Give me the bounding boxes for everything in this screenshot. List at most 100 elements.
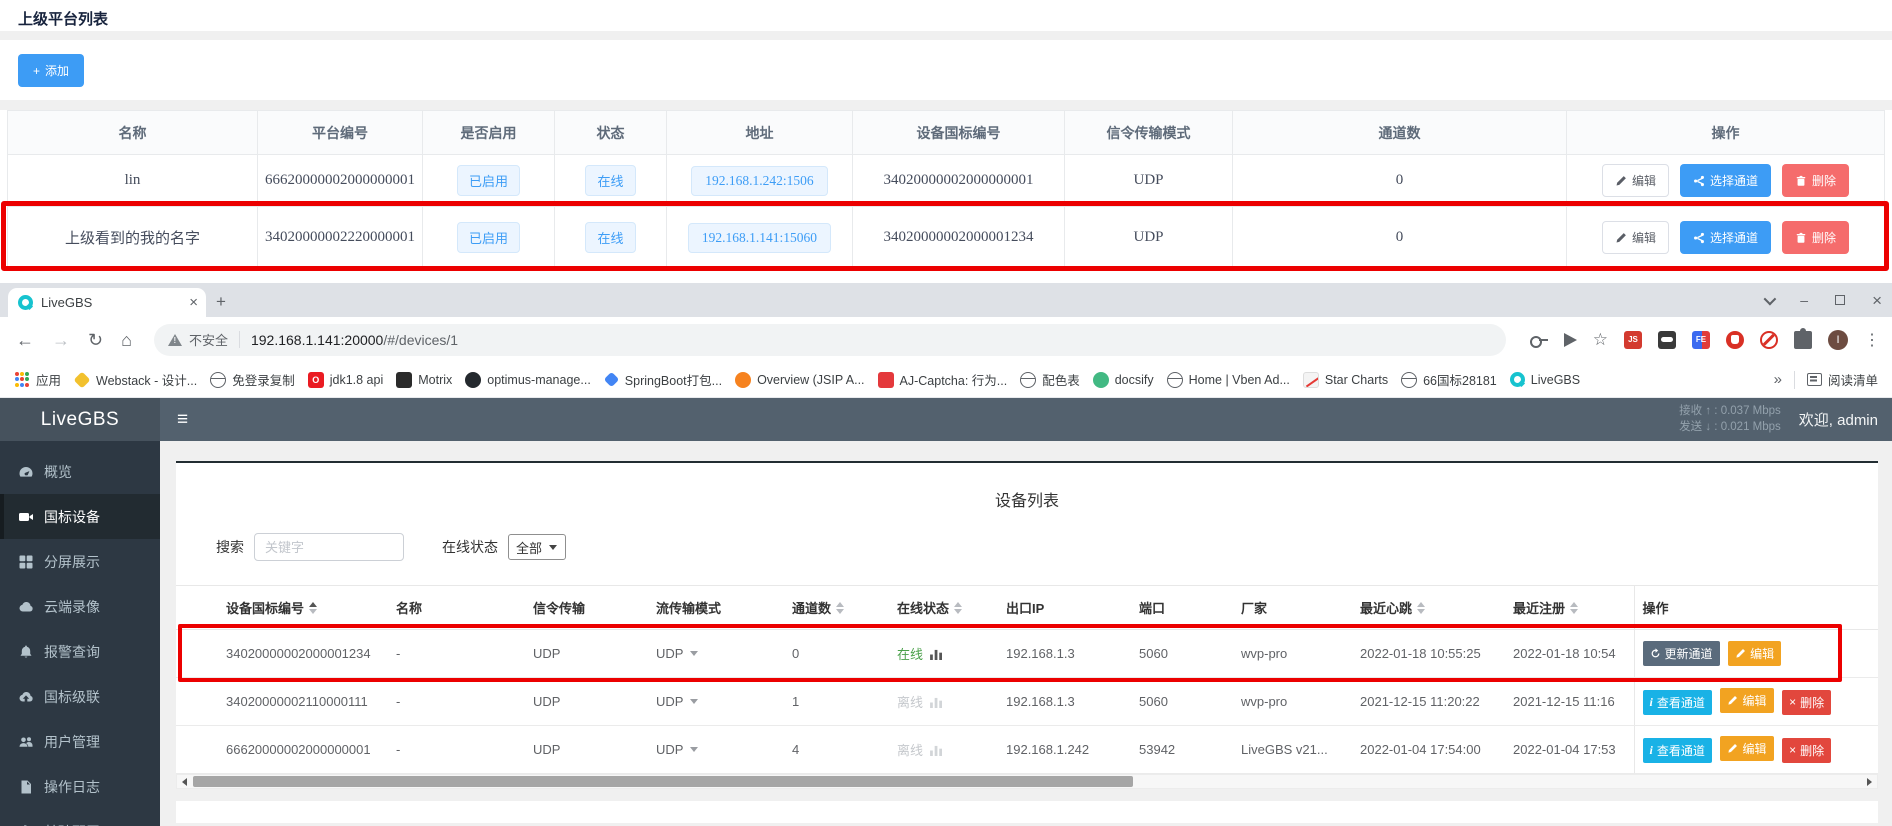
not-secure-icon[interactable] xyxy=(168,334,182,346)
plus-icon: + xyxy=(33,64,40,78)
bookmark-item[interactable]: docsify xyxy=(1093,372,1154,388)
extensions-puzzle-icon[interactable] xyxy=(1794,331,1812,349)
extension-js-icon[interactable]: JS xyxy=(1624,331,1642,349)
edit-button[interactable]: 编辑 xyxy=(1602,164,1669,197)
bar-chart-icon[interactable] xyxy=(930,648,943,663)
refresh-channels-button[interactable]: 更新通道 xyxy=(1643,641,1720,666)
delete-button[interactable]: 删除 xyxy=(1782,164,1849,197)
view-channels-button[interactable]: i查看通道 xyxy=(1643,690,1712,715)
bookmark-item[interactable]: Home | Vben Ad... xyxy=(1167,372,1290,388)
address-bar[interactable]: 不安全 192.168.1.141:20000 /#/devices/1 xyxy=(154,324,1506,356)
sidebar-item-gb-cascade[interactable]: 国标级联 xyxy=(0,674,160,719)
bar-chart-icon[interactable] xyxy=(930,696,943,711)
url-path[interactable]: /#/devices/1 xyxy=(383,332,458,348)
hamburger-icon[interactable]: ≡ xyxy=(160,409,205,431)
bookmark-item[interactable]: AJ-Captcha: 行为... xyxy=(878,370,1008,389)
password-key-icon[interactable] xyxy=(1530,335,1548,345)
device-name: - xyxy=(396,630,533,678)
stream-mode-dropdown[interactable]: UDP xyxy=(656,742,698,757)
delete-button[interactable]: 删除 xyxy=(1782,221,1849,254)
pencil-icon xyxy=(1727,743,1738,754)
forward-icon[interactable]: → xyxy=(52,331,70,349)
extension-mask-icon[interactable] xyxy=(1658,331,1676,349)
sort-icon[interactable] xyxy=(1570,602,1578,614)
extension-adblock-hand-icon[interactable] xyxy=(1726,331,1744,349)
sort-icon[interactable] xyxy=(954,602,962,614)
sidebar-item-alarm-query[interactable]: 报警查询 xyxy=(0,629,160,674)
scroll-left-icon[interactable] xyxy=(177,775,192,788)
col-device-gb-id[interactable]: 设备国标编号 xyxy=(176,586,396,630)
bookmark-item[interactable]: SpringBoot打包... xyxy=(604,370,722,389)
search-input[interactable] xyxy=(254,533,404,561)
col-signal-transport: 信令传输 xyxy=(533,586,656,630)
edit-button[interactable]: 编辑 xyxy=(1720,688,1773,713)
sidebar-item-user-management[interactable]: 用户管理 xyxy=(0,719,160,764)
bookmark-star-icon[interactable]: ☆ xyxy=(1593,330,1608,350)
window-chevron-icon[interactable] xyxy=(1764,292,1777,305)
sidebar-item-operation-log[interactable]: 操作日志 xyxy=(0,764,160,809)
bookmark-item[interactable]: 66国标28181 xyxy=(1401,370,1497,389)
bookmark-item[interactable]: Overview (JSIP A... xyxy=(735,372,864,388)
col-last-register[interactable]: 最近注册 xyxy=(1513,586,1634,630)
browser-tab[interactable]: LiveGBS × xyxy=(8,288,206,317)
sidebar-item-cloud-record[interactable]: 云端录像 xyxy=(0,584,160,629)
bookmark-item[interactable]: LiveGBS xyxy=(1510,372,1580,387)
bookmarks-overflow-icon[interactable]: » xyxy=(1774,371,1782,388)
sort-icon[interactable] xyxy=(1417,602,1425,614)
delete-button[interactable]: ×删除 xyxy=(1782,738,1831,763)
window-minimize-icon[interactable]: – xyxy=(1800,293,1808,307)
stream-mode-dropdown[interactable]: UDP xyxy=(656,646,698,661)
security-label[interactable]: 不安全 xyxy=(189,330,228,349)
edit-button[interactable]: 编辑 xyxy=(1720,736,1773,761)
back-icon[interactable]: ← xyxy=(16,331,34,349)
home-icon[interactable]: ⌂ xyxy=(121,331,132,349)
device-name: - xyxy=(396,678,533,726)
add-platform-button[interactable]: +添加 xyxy=(18,54,84,87)
scroll-right-icon[interactable] xyxy=(1862,775,1877,788)
bookmark-item[interactable]: optimus-manage... xyxy=(465,372,591,388)
bookmark-item[interactable]: Motrix xyxy=(396,372,452,388)
window-maximize-icon[interactable] xyxy=(1835,295,1845,305)
sort-icon[interactable] xyxy=(309,602,317,614)
window-close-icon[interactable]: × xyxy=(1872,292,1882,309)
sidebar-item-basic-config[interactable]: 基础配置 xyxy=(0,809,160,826)
horizontal-scrollbar[interactable] xyxy=(176,774,1878,789)
send-icon[interactable] xyxy=(1564,333,1577,347)
view-channels-button[interactable]: i查看通道 xyxy=(1643,738,1712,763)
extension-fe-icon[interactable]: FE xyxy=(1692,331,1710,349)
reload-icon[interactable]: ↻ xyxy=(88,331,103,349)
edit-button[interactable]: 编辑 xyxy=(1728,641,1781,666)
col-channels: 通道数 xyxy=(1233,111,1567,155)
col-name: 名称 xyxy=(8,111,258,155)
extension-block-icon[interactable] xyxy=(1760,331,1778,349)
scrollbar-thumb[interactable] xyxy=(193,776,1133,787)
select-channel-button[interactable]: 选择通道 xyxy=(1680,164,1771,197)
col-online-status[interactable]: 在线状态 xyxy=(897,586,1006,630)
tab-close-icon[interactable]: × xyxy=(189,295,198,310)
sidebar-item-split-screen[interactable]: 分屏展示 xyxy=(0,539,160,584)
url-host[interactable]: 192.168.1.141:20000 xyxy=(251,332,383,348)
edit-button[interactable]: 编辑 xyxy=(1602,221,1669,254)
online-status-select[interactable]: 全部 xyxy=(508,534,566,560)
bookmark-item[interactable]: Webstack - 设计... xyxy=(74,370,197,389)
bar-chart-icon[interactable] xyxy=(930,744,943,759)
col-channels[interactable]: 通道数 xyxy=(792,586,897,630)
bookmark-item-apps[interactable]: 应用 xyxy=(14,370,61,389)
select-channel-button[interactable]: 选择通道 xyxy=(1680,221,1771,254)
new-tab-button[interactable]: + xyxy=(216,292,226,312)
sort-icon[interactable] xyxy=(836,602,844,614)
bookmark-item[interactable]: 配色表 xyxy=(1020,370,1080,389)
bookmark-item[interactable]: Ojdk1.8 api xyxy=(308,372,384,388)
sidebar-item-gb-devices[interactable]: 国标设备 xyxy=(0,494,160,539)
enabled-badge[interactable]: 已启用 xyxy=(457,165,520,196)
enabled-badge[interactable]: 已启用 xyxy=(457,222,520,253)
reading-list-button[interactable]: 阅读清单 xyxy=(1807,370,1878,389)
delete-button[interactable]: ×删除 xyxy=(1782,690,1831,715)
bookmark-item[interactable]: Star Charts xyxy=(1303,372,1388,388)
profile-avatar[interactable]: I xyxy=(1828,330,1848,350)
bookmark-item[interactable]: 免登录复制 xyxy=(210,370,295,389)
sidebar-item-overview[interactable]: 概览 xyxy=(0,449,160,494)
col-last-heartbeat[interactable]: 最近心跳 xyxy=(1360,586,1513,630)
stream-mode-dropdown[interactable]: UDP xyxy=(656,694,698,709)
browser-menu-icon[interactable]: ⋮ xyxy=(1864,330,1880,350)
